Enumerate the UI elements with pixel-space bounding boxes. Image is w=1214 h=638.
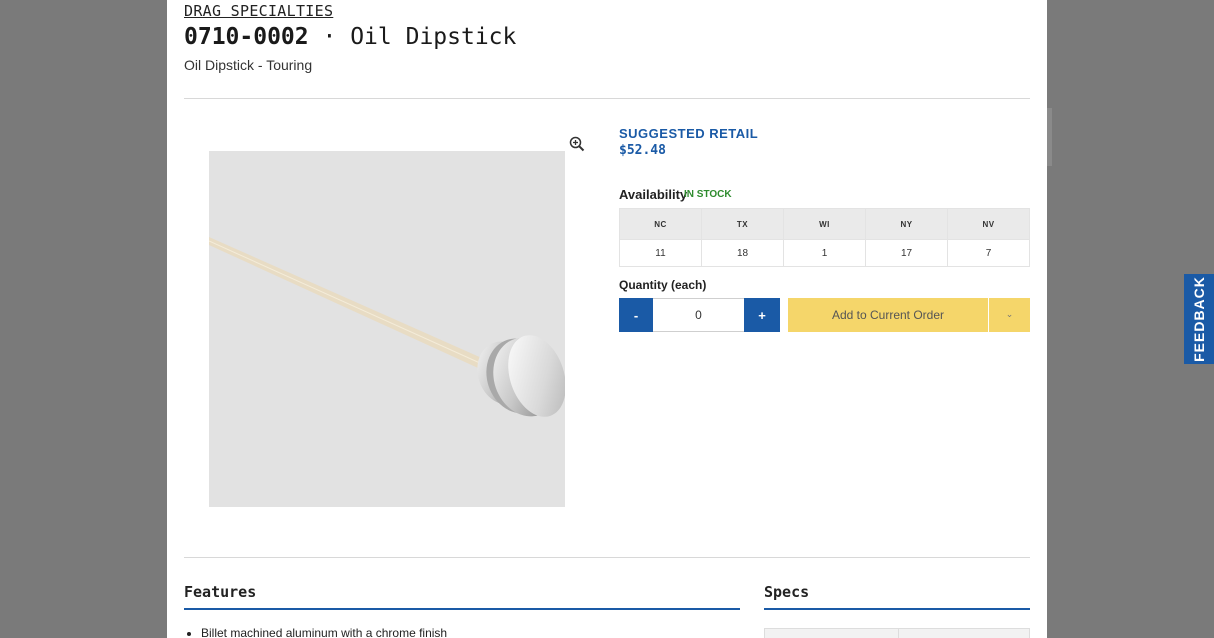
stock-status-badge: IN STOCK [684, 189, 732, 200]
specs-underline [764, 608, 1030, 610]
warehouse-quantity: 7 [947, 239, 1030, 267]
quantity-input[interactable] [653, 298, 744, 332]
warehouse-header: NY [865, 208, 948, 240]
warehouse-header-row: NC TX WI NY NV [619, 208, 1030, 240]
warehouse-quantity: 18 [701, 239, 784, 267]
product-name: Oil Dipstick [350, 24, 517, 50]
availability-label: Availability [619, 187, 688, 202]
warehouse-quantity: 17 [865, 239, 948, 267]
features-list: Billet machined aluminum with a chrome f… [184, 626, 447, 638]
divider [184, 98, 1030, 99]
product-title: 0710-0002 · Oil Dipstick [184, 24, 516, 50]
specs-column-divider [898, 629, 899, 638]
feedback-label: FEEDBACK [1191, 276, 1207, 362]
warehouse-header: TX [701, 208, 784, 240]
quantity-increment-button[interactable]: + [744, 298, 780, 332]
list-item: Billet machined aluminum with a chrome f… [201, 626, 447, 638]
warehouse-header: NV [947, 208, 1030, 240]
price-value: $52.48 [619, 143, 666, 158]
specs-heading: Specs [764, 583, 810, 601]
product-subtitle: Oil Dipstick - Touring [184, 57, 313, 73]
warehouse-header: WI [783, 208, 866, 240]
part-number: 0710-0002 [184, 24, 309, 50]
add-to-current-order-button[interactable]: Add to Current Order [788, 298, 988, 332]
chevron-down-icon[interactable]: ⌄ [989, 298, 1030, 332]
warehouse-header: NC [619, 208, 702, 240]
feedback-tab[interactable]: FEEDBACK [1184, 274, 1214, 364]
zoom-in-icon[interactable] [569, 136, 585, 152]
features-underline [184, 608, 740, 610]
divider [184, 557, 1030, 558]
product-image[interactable] [208, 151, 566, 507]
warehouse-quantity: 11 [619, 239, 702, 267]
warehouse-quantity: 1 [783, 239, 866, 267]
specs-table [764, 628, 1030, 638]
product-modal: DRAG SPECIALTIES 0710-0002 · Oil Dipstic… [167, 0, 1047, 638]
brand-link[interactable]: DRAG SPECIALTIES [184, 2, 333, 20]
title-separator: · [322, 24, 337, 50]
warehouse-stock-table: NC TX WI NY NV 11 18 1 17 7 [619, 208, 1030, 267]
quantity-label: Quantity (each) [619, 278, 707, 292]
price-label: SUGGESTED RETAIL [619, 126, 759, 141]
quantity-decrement-button[interactable]: - [619, 298, 653, 332]
features-heading: Features [184, 583, 257, 601]
warehouse-quantity-row: 11 18 1 17 7 [619, 239, 1030, 267]
